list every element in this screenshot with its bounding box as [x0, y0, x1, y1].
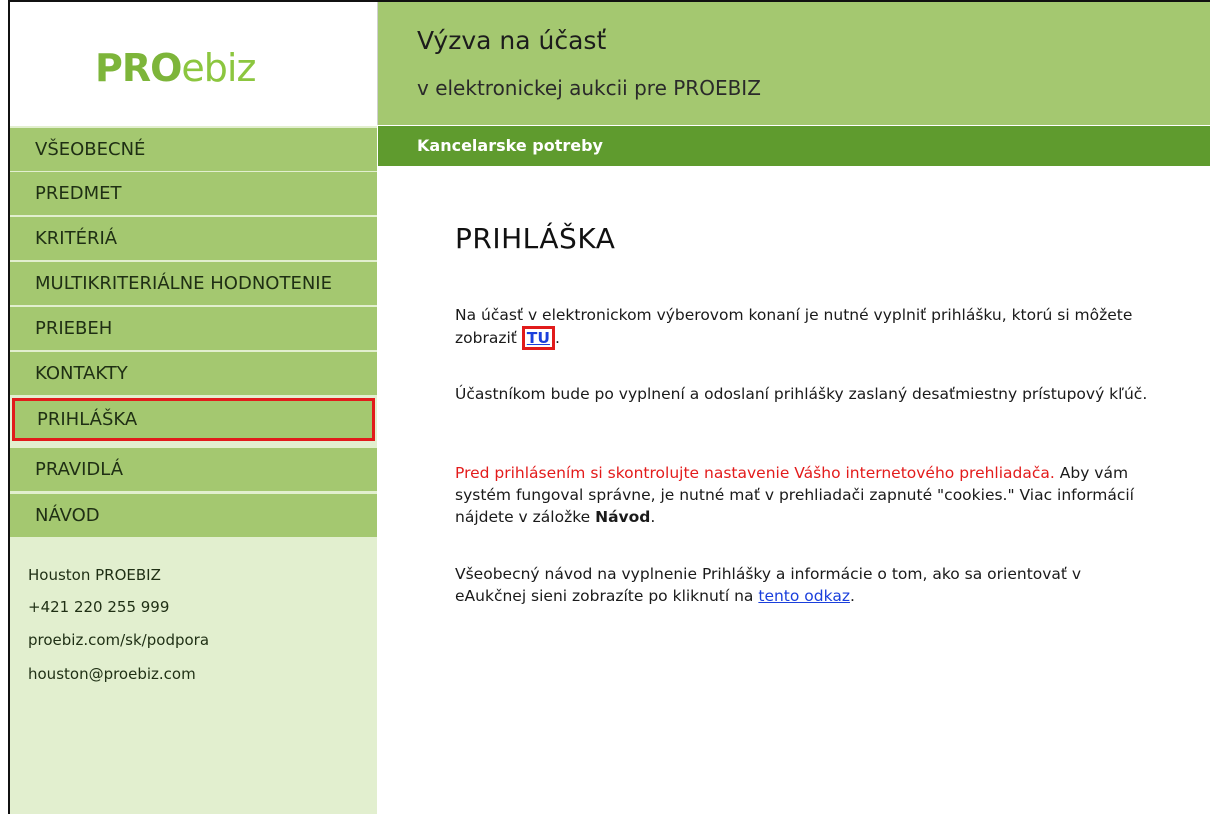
paragraph-access-key: Účastníkom bude po vyplnení a odoslaní p…	[455, 385, 1148, 403]
sidebar-item-pravidla[interactable]: PRAVIDLÁ	[10, 448, 377, 491]
navod-reference: Návod	[595, 508, 651, 526]
paragraph-application-end: .	[554, 329, 560, 347]
page-header: Výzva na účasť v elektronickej aukcii pr…	[378, 2, 1210, 125]
contact-phone: +421 220 255 999	[28, 598, 170, 616]
guide-end: .	[849, 587, 855, 605]
paragraph-application: Na účasť v elektronickom výberovom konan…	[455, 304, 1155, 350]
sidebar-item-kriteria[interactable]: KRITÉRIÁ	[10, 217, 377, 260]
paragraph-guide: Všeobecný návod na vyplnenie Prihlášky a…	[455, 563, 1155, 607]
sidebar-item-multikriterialne-hodnotenie[interactable]: MULTIKRITERIÁLNE HODNOTENIE	[10, 262, 377, 305]
auction-name-bar: Kancelarske potreby	[378, 126, 1210, 166]
proebiz-logo[interactable]: PROebiz	[95, 46, 256, 90]
sidebar-item-navod[interactable]: NÁVOD	[10, 494, 377, 537]
sidebar: VŠEOBECNÉ PREDMET KRITÉRIÁ MULTIKRITERIÁ…	[10, 126, 377, 814]
paragraph-browser-warning: Pred prihlásením si skontrolujte nastave…	[455, 462, 1155, 528]
application-form-link[interactable]: TU	[527, 329, 550, 347]
logo-text-pro: PRO	[95, 46, 182, 90]
browser-warning-end: .	[650, 508, 656, 526]
header-subtitle: v elektronickej aukcii pre PROEBIZ	[417, 76, 761, 100]
page-title: PRIHLÁŠKA	[455, 222, 616, 255]
tu-link-highlight: TU	[521, 326, 555, 350]
contact-email[interactable]: houston@proebiz.com	[28, 665, 196, 683]
logo-area: PROebiz	[10, 2, 378, 125]
header-title: Výzva na účasť	[417, 26, 607, 55]
contact-name: Houston PROEBIZ	[28, 566, 161, 584]
auction-name: Kancelarske potreby	[417, 136, 603, 155]
sidebar-item-priebeh[interactable]: PRIEBEH	[10, 307, 377, 350]
sidebar-item-kontakty[interactable]: KONTAKTY	[10, 352, 377, 395]
guide-link[interactable]: tento odkaz	[758, 587, 850, 605]
sidebar-item-vseobecne[interactable]: VŠEOBECNÉ	[10, 128, 377, 171]
sidebar-item-predmet[interactable]: PREDMET	[10, 172, 377, 215]
contact-web[interactable]: proebiz.com/sk/podpora	[28, 631, 209, 649]
sidebar-item-prihlaska[interactable]: PRIHLÁŠKA	[12, 398, 375, 441]
logo-text-ebiz: ebiz	[181, 46, 256, 90]
browser-warning-text: Pred prihlásením si skontrolujte nastave…	[455, 464, 1055, 482]
